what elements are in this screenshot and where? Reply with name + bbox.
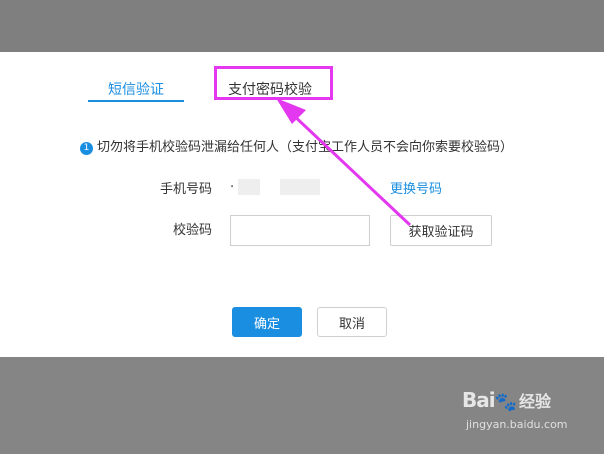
change-number-link[interactable]: 更换号码 bbox=[390, 178, 442, 197]
watermark-url: jingyan.baidu.com bbox=[466, 418, 568, 431]
notice-text: 切勿将手机校验码泄漏给任何人（支付宝工作人员不会向你索要校验码） bbox=[97, 140, 514, 155]
overlay-top bbox=[0, 0, 604, 52]
active-tab-underline bbox=[88, 100, 184, 102]
watermark-logo: Bai bbox=[462, 388, 496, 412]
confirm-button[interactable]: 确定 bbox=[232, 307, 302, 337]
paw-icon: 🐾 bbox=[494, 392, 518, 413]
watermark-logo-suffix: 经验 bbox=[519, 392, 552, 411]
verification-code-input[interactable] bbox=[230, 215, 370, 246]
info-icon: 1 bbox=[80, 142, 93, 155]
tab-sms-verification[interactable]: 短信验证 bbox=[108, 79, 164, 99]
verification-dialog: 短信验证 支付密码校验 1 切勿将手机校验码泄漏给任何人（支付宝工作人员不会向你索… bbox=[0, 52, 604, 357]
get-code-button[interactable]: 获取验证码 bbox=[390, 215, 492, 246]
cancel-button[interactable]: 取消 bbox=[317, 307, 387, 337]
code-label: 校验码 bbox=[173, 223, 213, 238]
phone-number-masked bbox=[226, 179, 320, 195]
phone-label: 手机号码 bbox=[160, 182, 213, 197]
security-notice: 1 切勿将手机校验码泄漏给任何人（支付宝工作人员不会向你索要校验码） bbox=[80, 136, 513, 155]
annotation-highlight-box bbox=[214, 66, 333, 100]
baidu-jingyan-watermark: Bai🐾 经验 jingyan.baidu.com bbox=[462, 388, 568, 431]
